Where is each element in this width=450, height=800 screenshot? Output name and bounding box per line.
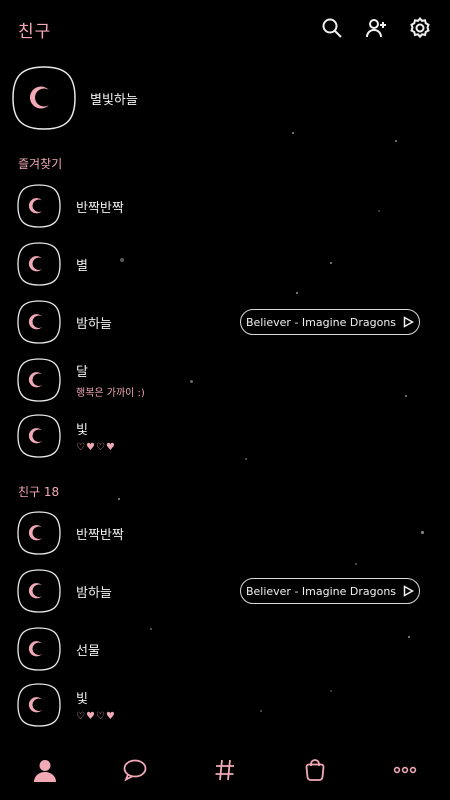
friend-row[interactable]: 밤하늘 Believer - Imagine Dragons <box>16 566 436 616</box>
friend-name: 빛 <box>76 423 88 438</box>
row-text: 빛 ♡♥♡♥ <box>76 419 116 453</box>
row-text: 밤하늘 <box>76 313 112 332</box>
row-text: 달 행복은 가까이 :) <box>76 361 145 399</box>
friend-name: 반짝반짝 <box>76 527 124 543</box>
friend-row[interactable]: 선물 <box>16 624 436 674</box>
shopping-tab-icon <box>305 759 325 781</box>
row-text: 빛 ♡♥♡♥ <box>76 688 116 722</box>
header: 친구 <box>0 0 450 58</box>
profile-music-button[interactable]: Believer - Imagine Dragons <box>240 578 420 604</box>
tab-friends[interactable] <box>23 748 67 792</box>
music-title: Believer - Imagine Dragons <box>245 584 397 598</box>
hashtag-tab-icon <box>215 759 234 781</box>
status-message: ♡♥♡♥ <box>76 711 116 722</box>
favorite-row[interactable]: 밤하늘 Believer - Imagine Dragons <box>16 297 436 347</box>
moon-avatar-icon <box>17 358 61 402</box>
favorites-section-label: 즐겨찾기 <box>18 157 63 171</box>
friend-name: 빛 <box>76 692 88 707</box>
chat-tab-icon <box>123 759 147 782</box>
music-title: Believer - Imagine Dragons <box>245 315 397 329</box>
bottom-tab-bar <box>0 740 450 800</box>
friend-row[interactable]: 빛 ♡♥♡♥ <box>16 680 436 730</box>
friends-tab-icon <box>34 760 56 782</box>
favorite-row[interactable]: 별 <box>16 239 436 289</box>
favorite-row[interactable]: 반짝반짝 <box>16 181 436 231</box>
moon-avatar-icon <box>17 300 61 344</box>
more-tab-icon <box>393 766 417 774</box>
settings-icon[interactable] <box>408 16 432 40</box>
moon-avatar-icon <box>17 627 61 671</box>
status-message: 행복은 가까이 :) <box>76 388 145 399</box>
row-text: 반짝반짝 <box>76 197 124 216</box>
friend-name: 반짝반짝 <box>76 200 124 216</box>
tab-hashtag[interactable] <box>203 748 247 792</box>
play-icon <box>403 316 415 328</box>
search-icon[interactable] <box>320 16 344 40</box>
row-text: 별 <box>76 255 88 274</box>
profile-music-button[interactable]: Believer - Imagine Dragons <box>240 309 420 335</box>
friend-row[interactable]: 반짝반짝 <box>16 508 436 558</box>
moon-avatar-icon <box>17 683 61 727</box>
moon-avatar-icon <box>12 66 76 130</box>
friend-name: 달 <box>76 365 88 380</box>
friends-section-label: 친구 18 <box>18 485 60 499</box>
row-text: 반짝반짝 <box>76 524 124 543</box>
row-text: 선물 <box>76 640 100 659</box>
moon-avatar-icon <box>17 569 61 613</box>
my-profile[interactable]: 별빛하늘 <box>10 64 138 132</box>
tab-more[interactable] <box>383 748 427 792</box>
friend-name: 선물 <box>76 643 100 659</box>
moon-avatar-icon <box>17 184 61 228</box>
tab-chats[interactable] <box>113 748 157 792</box>
status-message: ♡♥♡♥ <box>76 442 116 453</box>
header-actions <box>320 16 432 40</box>
friend-name: 밤하늘 <box>76 316 112 332</box>
add-friend-icon[interactable] <box>364 16 388 40</box>
moon-avatar-icon <box>17 242 61 286</box>
moon-avatar-icon <box>17 511 61 555</box>
my-profile-name: 별빛하늘 <box>90 92 138 108</box>
moon-avatar-icon <box>17 414 61 458</box>
page-title: 친구 <box>18 22 52 42</box>
play-icon <box>403 585 415 597</box>
tab-shopping[interactable] <box>293 748 337 792</box>
friend-name: 밤하늘 <box>76 585 112 601</box>
favorite-row[interactable]: 빛 ♡♥♡♥ <box>16 411 436 461</box>
favorite-row[interactable]: 달 행복은 가까이 :) <box>16 355 436 405</box>
friend-name: 별 <box>76 258 88 274</box>
row-text: 밤하늘 <box>76 582 112 601</box>
